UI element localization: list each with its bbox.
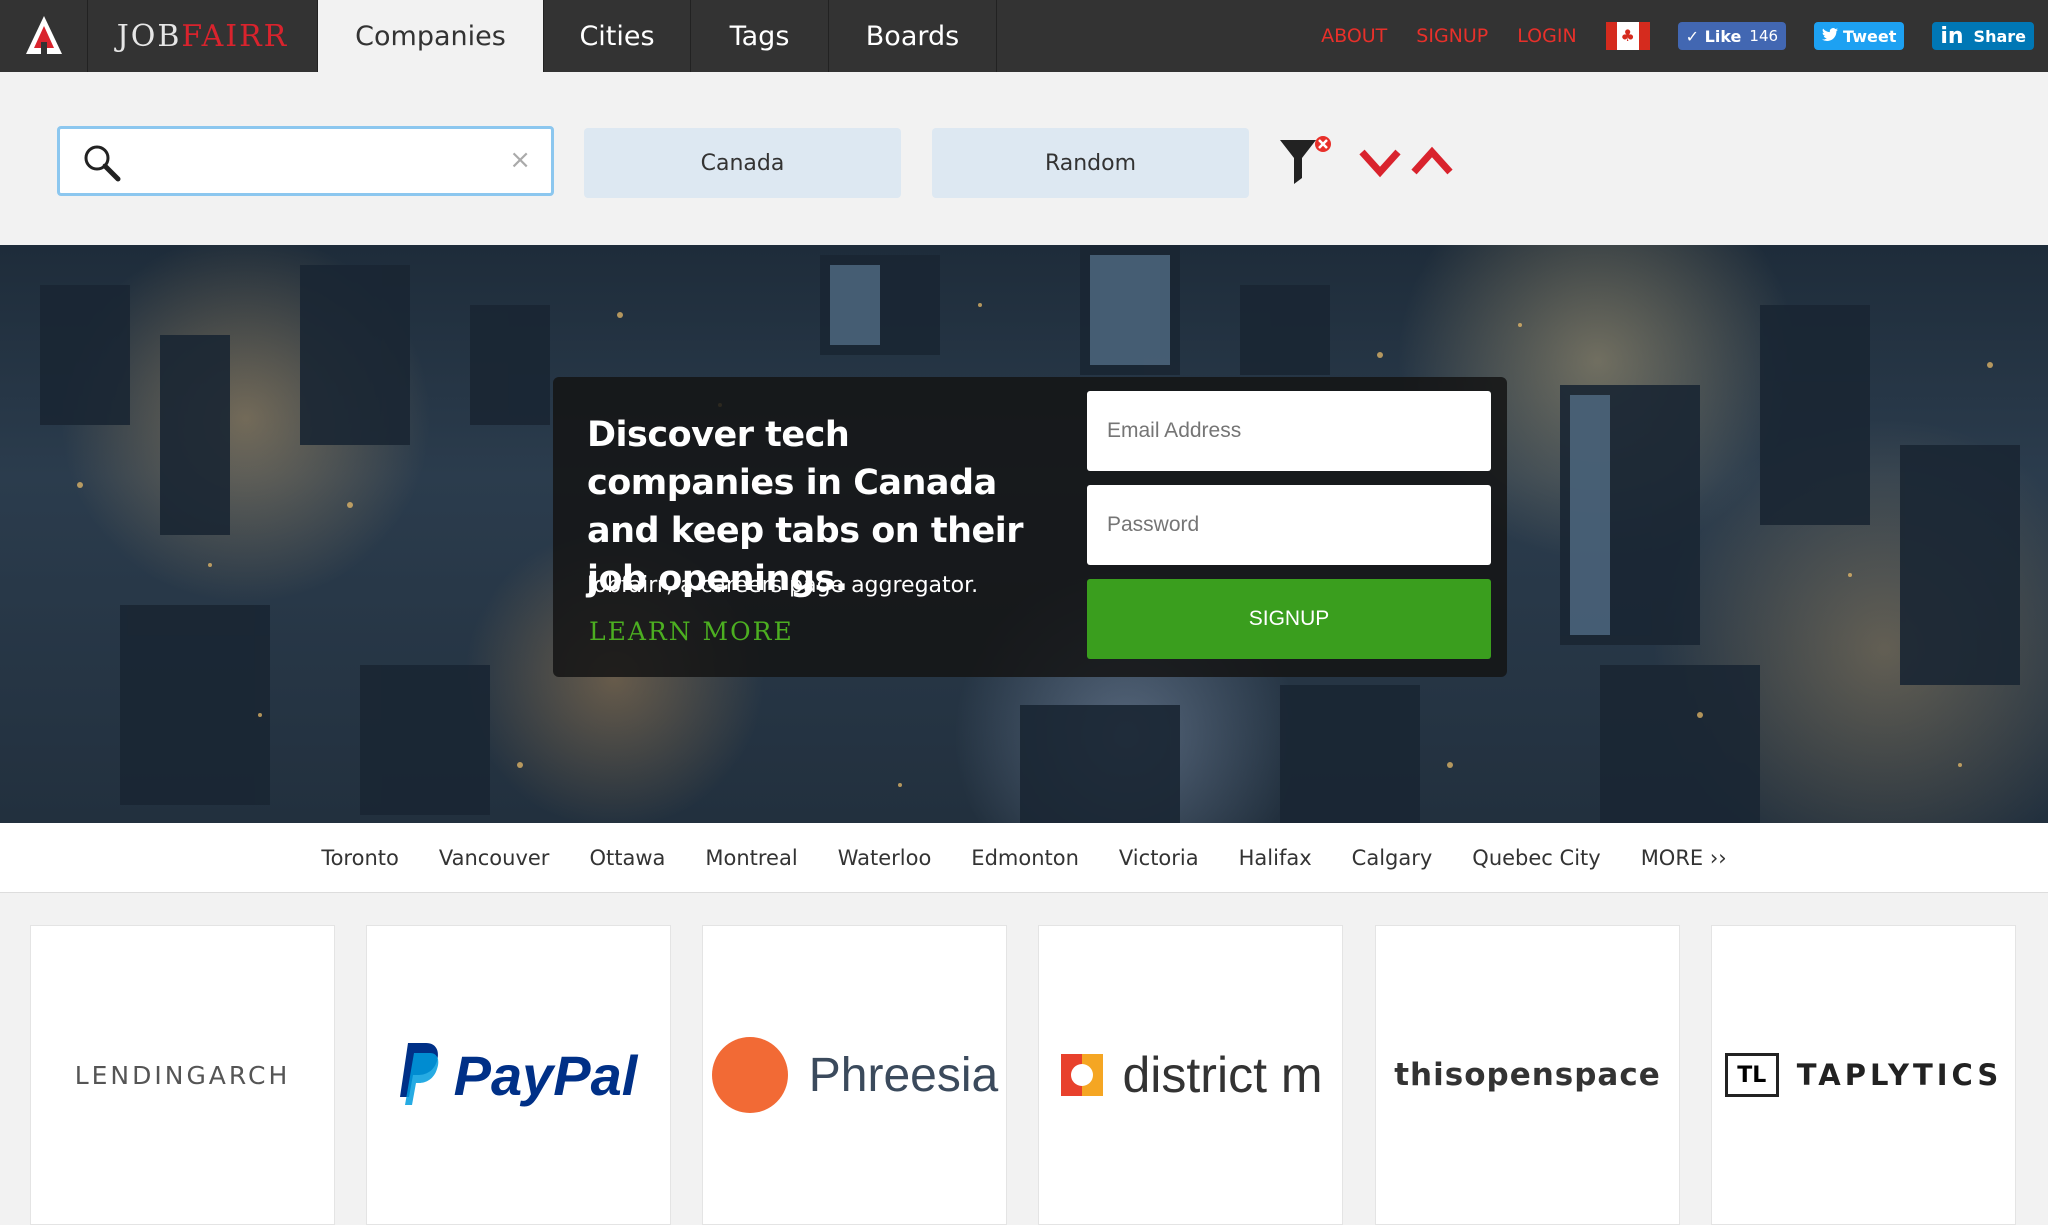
linkedin-icon: in bbox=[1940, 23, 1964, 49]
company-grid: LENDINGARCH PayPal Phreesia district m t… bbox=[0, 893, 2048, 1225]
taplytics-logo-icon: TL bbox=[1724, 1053, 1779, 1097]
sort-order-button[interactable]: Random bbox=[932, 128, 1249, 198]
tweet-label: Tweet bbox=[1843, 26, 1897, 46]
login-link[interactable]: LOGIN bbox=[1517, 25, 1576, 47]
brand-part-job: JOB bbox=[116, 18, 182, 54]
company-card-paypal[interactable]: PayPal bbox=[366, 925, 671, 1225]
company-logo-district-m: district m bbox=[1122, 1047, 1323, 1103]
like-count: 146 bbox=[1749, 27, 1779, 45]
clear-search-icon[interactable]: × bbox=[509, 145, 531, 175]
tweet-button[interactable]: Tweet bbox=[1814, 22, 1905, 50]
tab-cities[interactable]: Cities bbox=[544, 0, 691, 72]
filter-bar: × Canada Random bbox=[0, 72, 2048, 245]
tab-boards[interactable]: Boards bbox=[829, 0, 997, 72]
search-box[interactable]: × bbox=[57, 126, 554, 196]
company-card-thisopenspace[interactable]: thisopenspace bbox=[1375, 925, 1680, 1225]
phreesia-logo-icon bbox=[711, 1037, 788, 1113]
city-link-victoria[interactable]: Victoria bbox=[1119, 846, 1199, 870]
company-card-district-m[interactable]: district m bbox=[1038, 925, 1343, 1225]
facebook-like-button[interactable]: ✓ Like 146 bbox=[1677, 22, 1787, 50]
clear-filter-icon[interactable] bbox=[1278, 132, 1334, 188]
twitter-bird-icon bbox=[1822, 27, 1839, 46]
company-logo-thisopenspace: thisopenspace bbox=[1394, 1057, 1661, 1093]
password-field[interactable] bbox=[1087, 485, 1491, 565]
tab-tags[interactable]: Tags bbox=[691, 0, 829, 72]
signup-panel: Discover tech companies in Canada and ke… bbox=[553, 377, 1507, 677]
company-logo-paypal: PayPal bbox=[454, 1043, 638, 1108]
city-link-halifax[interactable]: Halifax bbox=[1239, 846, 1312, 870]
brand-wordmark[interactable]: JOB FAIRR bbox=[88, 0, 318, 72]
about-link[interactable]: ABOUT bbox=[1321, 25, 1387, 47]
signup-link[interactable]: SIGNUP bbox=[1416, 25, 1488, 47]
company-logo-phreesia: Phreesia bbox=[808, 1048, 999, 1102]
brand-part-fairr: FAIRR bbox=[181, 18, 289, 54]
canada-flag-icon[interactable]: ♣ bbox=[1605, 22, 1650, 50]
company-card-lendingarch[interactable]: LENDINGARCH bbox=[30, 925, 335, 1225]
company-card-taplytics[interactable]: TL TAPLYTICS bbox=[1711, 925, 2016, 1225]
more-cities-link[interactable]: MORE ›› bbox=[1641, 846, 1727, 870]
nav-right-group: ABOUT SIGNUP LOGIN ♣ ✓ Like 146 Tweet in… bbox=[1292, 0, 2048, 72]
learn-more-link[interactable]: LEARN MORE bbox=[589, 617, 794, 646]
country-filter-button[interactable]: Canada bbox=[584, 128, 901, 198]
company-card-phreesia[interactable]: Phreesia bbox=[702, 925, 1007, 1225]
top-navbar: JOB FAIRR Companies Cities Tags Boards AB… bbox=[0, 0, 2048, 72]
city-link-vancouver[interactable]: Vancouver bbox=[439, 846, 550, 870]
company-logo-lendingarch: LENDINGARCH bbox=[74, 1060, 291, 1090]
share-label: Share bbox=[1973, 26, 2026, 46]
city-nav-bar: Toronto Vancouver Ottawa Montreal Waterl… bbox=[0, 823, 2048, 893]
search-icon bbox=[84, 145, 121, 182]
city-link-toronto[interactable]: Toronto bbox=[321, 846, 399, 870]
checkmark-icon: ✓ bbox=[1685, 26, 1705, 46]
city-link-calgary[interactable]: Calgary bbox=[1352, 846, 1433, 870]
like-label: Like bbox=[1704, 26, 1742, 46]
city-link-montreal[interactable]: Montreal bbox=[705, 846, 797, 870]
city-link-ottawa[interactable]: Ottawa bbox=[589, 846, 665, 870]
expand-collapse-arrows-icon[interactable] bbox=[1358, 144, 1456, 180]
paypal-logo-icon bbox=[399, 1043, 438, 1105]
city-link-quebec-city[interactable]: Quebec City bbox=[1472, 846, 1600, 870]
company-logo-taplytics: TAPLYTICS bbox=[1796, 1058, 2003, 1092]
district-m-logo-icon bbox=[1060, 1054, 1103, 1096]
search-input[interactable] bbox=[140, 139, 500, 183]
hero-subtitle: Jobfairr, a careers page aggregator. bbox=[587, 573, 979, 598]
tab-companies[interactable]: Companies bbox=[318, 0, 544, 72]
city-link-edmonton[interactable]: Edmonton bbox=[971, 846, 1079, 870]
signup-button[interactable]: SIGNUP bbox=[1087, 579, 1491, 659]
email-field[interactable] bbox=[1087, 391, 1491, 471]
jobfairr-logo-icon[interactable] bbox=[0, 0, 88, 72]
linkedin-share-button[interactable]: in Share bbox=[1932, 22, 2034, 50]
paypal-wordmark: PayPal bbox=[453, 1043, 638, 1107]
hero-banner: Discover tech companies in Canada and ke… bbox=[0, 245, 2048, 823]
city-link-waterloo[interactable]: Waterloo bbox=[838, 846, 932, 870]
